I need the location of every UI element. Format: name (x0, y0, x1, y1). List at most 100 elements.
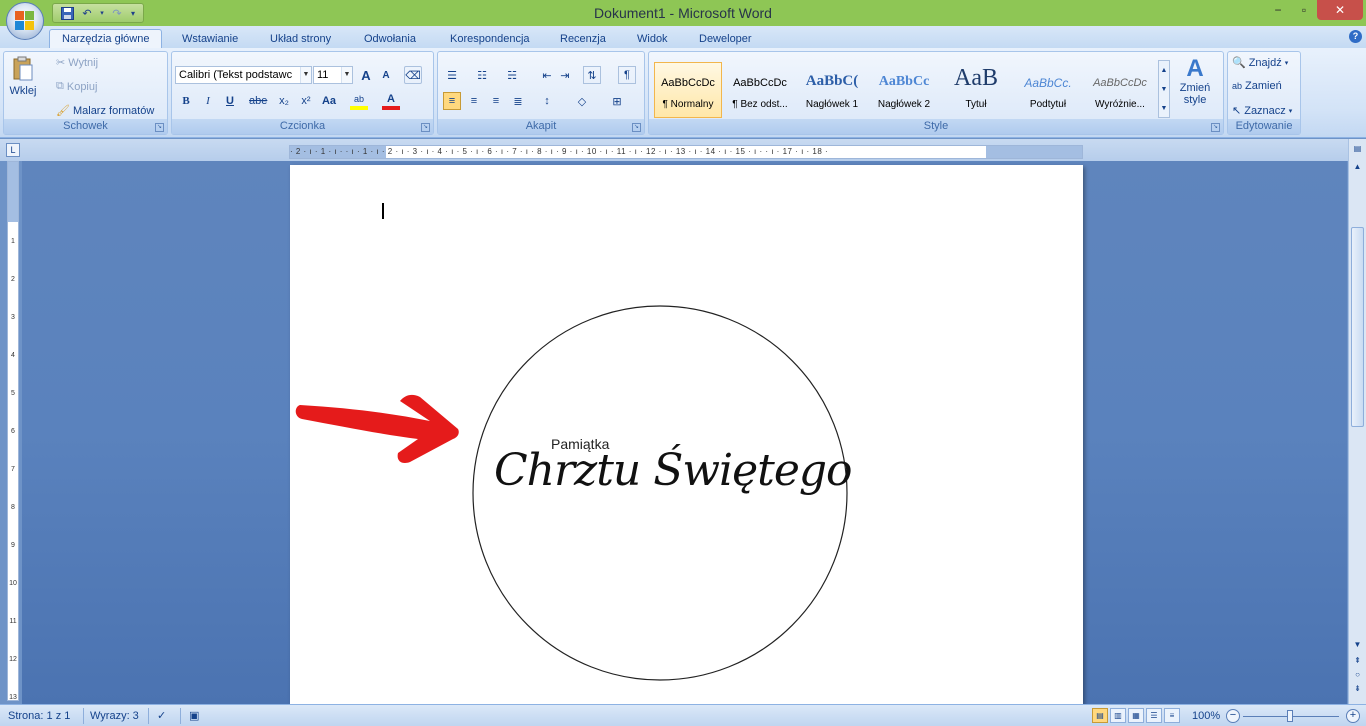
browse-object-icon[interactable]: ○ (1351, 669, 1364, 681)
change-styles-button[interactable]: A Zmień style (1175, 56, 1215, 107)
horizontal-ruler[interactable]: · 2 · ı · 1 · ı · · ı · 1 · ı · 2 · ı · … (289, 145, 1083, 159)
close-icon[interactable]: ✕ (1317, 0, 1363, 20)
superscript-button[interactable]: x² (297, 92, 315, 110)
scroll-down-icon[interactable]: ▼ (1159, 80, 1169, 99)
italic-button[interactable]: I (199, 92, 217, 110)
word-count[interactable]: Wyrazy: 3 (90, 708, 139, 724)
font-launcher-icon[interactable]: ↘ (421, 123, 430, 132)
tab-mailings[interactable]: Korespondencja (450, 30, 530, 48)
borders-button[interactable]: ⊞ (608, 92, 626, 110)
multilevel-button[interactable]: ☵ (503, 66, 521, 84)
zoom-level[interactable]: 100% (1192, 708, 1220, 724)
font-color-button[interactable]: A (382, 92, 400, 110)
change-case-button[interactable]: Aa (320, 92, 338, 110)
shrink-font-button[interactable]: A (377, 66, 395, 84)
strikethrough-button[interactable]: abe (249, 92, 267, 110)
sort-button[interactable]: ⇅ (583, 66, 601, 84)
clipboard-launcher-icon[interactable]: ↘ (155, 123, 164, 132)
tab-references[interactable]: Odwołania (364, 30, 416, 48)
styles-scroll[interactable]: ▲ ▼ ▼ (1158, 60, 1170, 118)
scroll-down-icon[interactable]: ▼ (1351, 639, 1364, 651)
tab-review[interactable]: Recenzja (560, 30, 606, 48)
tab-developer[interactable]: Deweloper (699, 30, 752, 48)
decrease-indent-button[interactable]: ⇤ (538, 66, 556, 84)
tab-page-layout[interactable]: Układ strony (270, 30, 331, 48)
styles-group: AaBbCcDc ¶ Normalny AaBbCcDc ¶ Bez odst.… (648, 51, 1224, 135)
more-styles-icon[interactable]: ▼ (1159, 99, 1169, 118)
macro-record-icon[interactable]: ▣ (189, 708, 199, 724)
font-group-label: Czcionka (172, 119, 433, 134)
previous-page-icon[interactable]: ⇞ (1351, 655, 1364, 667)
zoom-slider-thumb[interactable] (1287, 710, 1293, 722)
scroll-up-icon[interactable]: ▲ (1159, 61, 1169, 80)
paragraph-launcher-icon[interactable]: ↘ (632, 123, 641, 132)
style-heading-1[interactable]: AaBbC( Nagłówek 1 (798, 62, 866, 118)
style-normal[interactable]: AaBbCcDc ¶ Normalny (654, 62, 722, 118)
bold-button[interactable]: B (177, 92, 195, 110)
title-bar: ↶ ▾ ↷ ▾ Dokument1 - Microsoft Word − ▫ ✕ (0, 0, 1366, 26)
maximize-icon[interactable]: ▫ (1291, 0, 1317, 20)
tab-home[interactable]: Narzędzia główne (49, 29, 163, 49)
line-spacing-button[interactable]: ↕ (538, 92, 556, 110)
style-name: Wyróżnie... (1095, 99, 1145, 110)
ruler-toggle-icon[interactable]: ▤ (1351, 143, 1364, 155)
grow-font-button[interactable]: A (357, 66, 375, 84)
style-title[interactable]: AaB Tytuł (942, 62, 1010, 118)
outline-view-icon[interactable]: ☰ (1146, 708, 1162, 723)
select-button[interactable]: ↖ Zaznacz ▾ (1232, 104, 1293, 118)
binoculars-icon: 🔍 (1232, 57, 1246, 69)
bullets-button[interactable]: ☰ (443, 66, 461, 84)
show-marks-button[interactable]: ¶ (618, 66, 636, 84)
page-count[interactable]: Strona: 1 z 1 (8, 708, 70, 724)
style-subtitle[interactable]: AaBbCc. Podtytuł (1014, 62, 1082, 118)
draft-view-icon[interactable]: ≡ (1164, 708, 1180, 723)
style-heading-2[interactable]: AaBbCc Nagłówek 2 (870, 62, 938, 118)
shading-icon: ◇ (577, 95, 587, 108)
font-family-select[interactable]: Calibri (Tekst podstawc ▼ (175, 66, 312, 84)
tab-view[interactable]: Widok (637, 30, 668, 48)
web-layout-icon[interactable]: ▦ (1128, 708, 1144, 723)
style-emphasis[interactable]: AaBbCcDc Wyróżnie... (1086, 62, 1154, 118)
align-center-button[interactable]: ≡ (465, 92, 483, 110)
next-page-icon[interactable]: ⇟ (1351, 683, 1364, 695)
subscript-button[interactable]: x₂ (275, 92, 293, 110)
replace-icon: ab (1232, 81, 1243, 91)
divider (148, 708, 149, 724)
style-no-spacing[interactable]: AaBbCcDc ¶ Bez odst... (726, 62, 794, 118)
style-name: Tytuł (965, 99, 987, 110)
tab-selector-icon[interactable]: L (6, 143, 20, 157)
tab-insert[interactable]: Wstawianie (182, 30, 238, 48)
align-right-button[interactable]: ≡ (487, 92, 505, 110)
justify-button[interactable]: ≣ (509, 92, 527, 110)
print-layout-view-icon[interactable]: ▤ (1092, 708, 1108, 723)
copy-button[interactable]: ⧉ Kopiuj (56, 80, 97, 93)
format-painter-button[interactable]: 🖌 Malarz formatów (56, 104, 154, 118)
underline-button[interactable]: U (221, 92, 239, 110)
find-button[interactable]: 🔍 Znajdź ▾ (1232, 56, 1288, 70)
numbering-button[interactable]: ☷ (473, 66, 491, 84)
increase-indent-button[interactable]: ⇥ (556, 66, 574, 84)
document-page[interactable]: Pamiątka Chrztu Świętego (290, 165, 1083, 704)
replace-button[interactable]: ab Zamień (1232, 80, 1282, 92)
cut-button[interactable]: ✂ Wytnij (56, 56, 98, 70)
copy-label: Kopiuj (66, 80, 98, 93)
vertical-scrollbar[interactable]: ▤ ▲ ▼ ⇞ ○ ⇟ (1348, 139, 1366, 704)
chevron-down-icon: ▾ (1288, 107, 1293, 115)
styles-launcher-icon[interactable]: ↘ (1211, 123, 1220, 132)
vertical-ruler[interactable]: 1 2 3 4 5 6 7 8 9 10 11 12 13 (7, 161, 19, 701)
shading-button[interactable]: ◇ (573, 92, 591, 110)
full-screen-reading-icon[interactable]: ▥ (1110, 708, 1126, 723)
zoom-in-icon[interactable]: + (1346, 709, 1360, 723)
align-left-button[interactable]: ≡ (443, 92, 461, 110)
help-icon[interactable]: ? (1349, 30, 1362, 43)
office-button[interactable] (6, 2, 44, 40)
scrollbar-thumb[interactable] (1351, 227, 1364, 427)
paste-button[interactable]: Wklej (8, 56, 38, 97)
clear-format-button[interactable]: ⌫ (404, 66, 422, 84)
zoom-out-icon[interactable]: − (1226, 709, 1240, 723)
highlight-button[interactable]: ab (350, 92, 368, 110)
proofing-icon[interactable]: ✓ (157, 708, 166, 724)
scroll-up-icon[interactable]: ▲ (1351, 161, 1364, 173)
minimize-icon[interactable]: − (1265, 0, 1291, 20)
font-size-select[interactable]: 11 ▼ (313, 66, 353, 84)
